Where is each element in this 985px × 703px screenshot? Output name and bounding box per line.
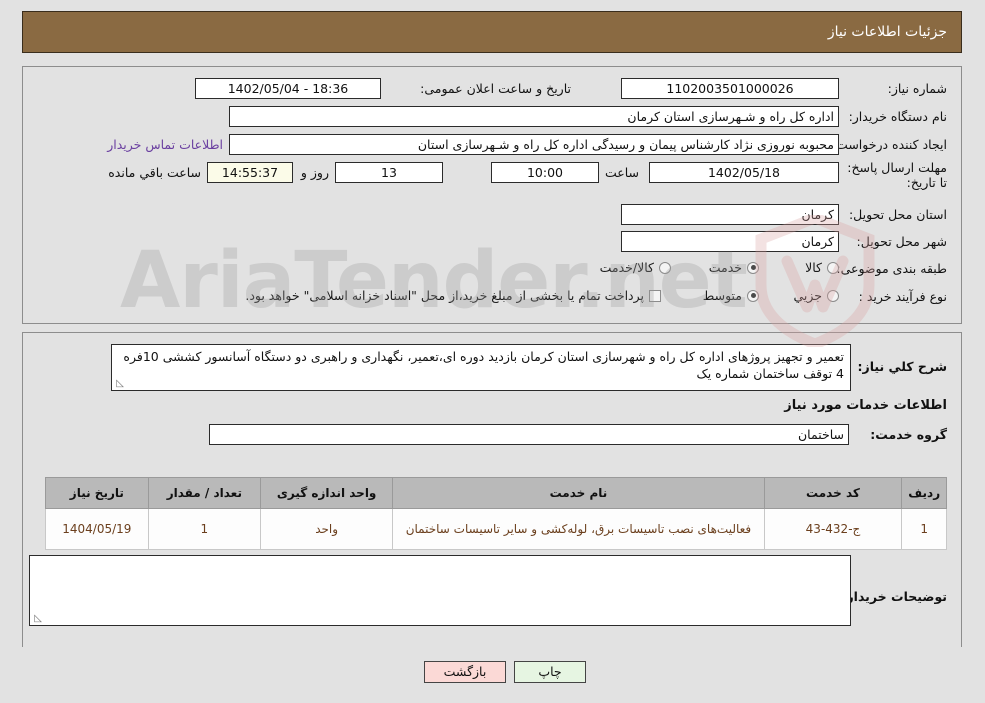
services-table: ردیف کد خدمت نام خدمت واحد اندازه گیری ت… — [45, 477, 947, 550]
buyer-notes-textarea[interactable]: ◺ — [29, 555, 851, 626]
purchase-process-label: نوع فرآیند خرید : — [858, 289, 947, 304]
radio-indicator-minor — [827, 289, 839, 302]
table-header-row: ردیف کد خدمت نام خدمت واحد اندازه گیری ت… — [45, 477, 947, 509]
general-description-text: تعمیر و تجهیز پروژهای اداره کل راه و شهر… — [123, 349, 844, 381]
general-description-label: شرح کلي نیاز: — [857, 359, 947, 374]
general-description-textarea[interactable]: تعمیر و تجهیز پروژهای اداره کل راه و شهر… — [111, 344, 851, 391]
resize-grip-icon-notes: ◺ — [34, 613, 42, 624]
treasury-bond-checkbox[interactable]: پرداخت تمام یا بخشی از مبلغ خرید،از محل … — [245, 288, 661, 303]
resize-grip-icon: ◺ — [116, 378, 124, 389]
cell-need-date: 1404/05/19 — [45, 508, 149, 550]
back-button[interactable]: بازگشت — [424, 661, 506, 683]
service-group-label: گروه خدمت: — [870, 427, 947, 442]
radio-indicator-medium — [747, 289, 759, 302]
deadline-hour-field[interactable]: 10:00 — [491, 162, 599, 183]
announcement-datetime-label: تاریخ و ساعت اعلان عمومی: — [420, 81, 571, 96]
cell-service-name: فعالیت‌های نصب تاسیسات برق، لوله‌کشی و س… — [392, 508, 765, 550]
category-option-goods-service-label: کالا/خدمت — [599, 260, 654, 275]
services-section-heading: اطلاعات خدمات مورد نیاز — [784, 398, 947, 413]
page-title: جزئیات اطلاعات نیاز — [827, 24, 947, 40]
category-radio-service[interactable]: خدمت — [709, 260, 759, 275]
request-creator-label: ایجاد کننده درخواست: — [831, 137, 947, 152]
cell-unit: واحد — [259, 508, 394, 550]
delivery-province-field[interactable]: کرمان — [621, 204, 839, 225]
cell-quantity: 1 — [147, 508, 261, 550]
need-number-field[interactable]: 1102003501000026 — [621, 78, 839, 99]
category-option-goods-label: کالا — [805, 260, 822, 275]
table-header-need-date: تاریخ نیاز — [45, 477, 149, 509]
category-label: طبقه بندی موضوعی: — [836, 261, 947, 276]
need-number-label: شماره نیاز: — [887, 81, 947, 96]
countdown-timer-suffix: ساعت باقي مانده — [108, 165, 201, 180]
buyer-contact-link[interactable]: اطلاعات تماس خریدار — [107, 137, 223, 152]
buyer-org-label: نام دستگاه خریدار: — [848, 109, 947, 124]
cell-service-code: ج-432-43 — [763, 508, 903, 550]
need-info-panel: شماره نیاز: 1102003501000026 تاریخ و ساع… — [22, 66, 962, 324]
table-header-service-name: نام خدمت — [392, 477, 765, 509]
radio-indicator-service — [747, 261, 759, 274]
delivery-city-field[interactable]: کرمان — [621, 231, 839, 252]
service-group-field[interactable]: ساختمان — [209, 424, 849, 445]
process-radio-medium[interactable]: متوسط — [703, 288, 759, 303]
delivery-city-label: شهر محل تحویل: — [856, 234, 947, 249]
radio-indicator-goods-service — [659, 261, 671, 274]
table-header-quantity: تعداد / مقدار — [147, 477, 261, 509]
treasury-bond-label: پرداخت تمام یا بخشی از مبلغ خرید،از محل … — [245, 288, 644, 303]
cell-row-number: 1 — [901, 508, 947, 550]
deadline-hour-label: ساعت — [604, 165, 639, 180]
remaining-days-unit: روز و — [300, 165, 329, 180]
table-row: 1 ج-432-43 فعالیت‌های نصب تاسیسات برق، ل… — [45, 508, 947, 550]
category-radio-goods-service[interactable]: کالا/خدمت — [600, 260, 671, 275]
process-option-medium-label: متوسط — [702, 288, 742, 303]
process-radio-minor[interactable]: جزیي — [793, 288, 839, 303]
page-header-bar: جزئیات اطلاعات نیاز — [22, 11, 962, 53]
print-button[interactable]: چاپ — [514, 661, 586, 683]
countdown-timer-field: 14:55:37 — [207, 162, 293, 183]
request-creator-field[interactable]: محبوبه نوروزی نژاد کارشناس پیمان و رسیدگ… — [229, 134, 839, 155]
process-option-minor-label: جزیي — [793, 288, 822, 303]
category-option-service-label: خدمت — [708, 260, 742, 275]
remaining-days-field: 13 — [335, 162, 443, 183]
deadline-label: مهلت ارسال پاسخ: تا تاریخ: — [847, 160, 947, 190]
checkbox-indicator-treasury — [649, 289, 661, 302]
table-header-unit: واحد اندازه گیری — [259, 477, 394, 509]
buyer-org-field[interactable]: اداره کل راه و شـهرسازی استان کرمان — [229, 106, 839, 127]
radio-indicator-goods — [827, 261, 839, 274]
announcement-datetime-field[interactable]: 18:36 - 1402/05/04 — [195, 78, 381, 99]
delivery-province-label: استان محل تحویل: — [848, 207, 947, 222]
category-radio-goods[interactable]: کالا — [805, 260, 839, 275]
buyer-notes-label: توضیحات خریدار: — [841, 589, 947, 604]
deadline-date-field[interactable]: 1402/05/18 — [649, 162, 839, 183]
table-header-service-code: کد خدمت — [763, 477, 903, 509]
table-header-row-number: ردیف — [901, 477, 947, 509]
